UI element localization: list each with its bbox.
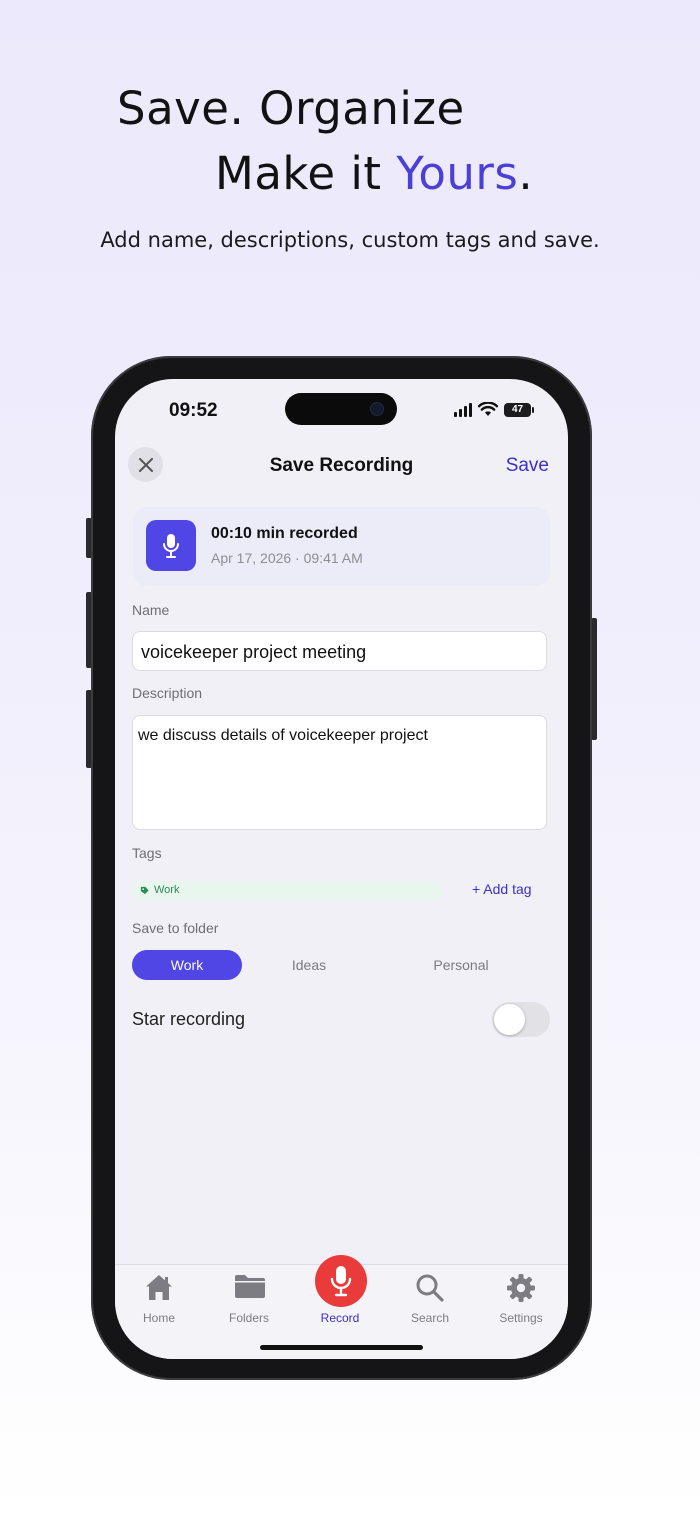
- recording-summary-card: 00:10 min recorded Apr 17, 2026 · 09:41 …: [133, 507, 550, 586]
- recording-date: Apr 17, 2026 · 09:41 AM: [211, 550, 363, 566]
- description-label: Description: [132, 685, 203, 701]
- star-recording-toggle[interactable]: [492, 1002, 550, 1037]
- tab-record-label: Record: [320, 1311, 360, 1325]
- record-button[interactable]: [315, 1255, 367, 1307]
- status-indicators: 47: [454, 402, 534, 417]
- page-title: Save Recording: [269, 455, 414, 476]
- star-recording-label: Star recording: [132, 1009, 246, 1029]
- add-tag-button[interactable]: + Add tag: [472, 881, 532, 897]
- headline-prefix: Make it: [215, 147, 397, 200]
- home-icon: [146, 1275, 172, 1300]
- home-indicator[interactable]: [260, 1345, 423, 1350]
- wifi-icon: [478, 402, 498, 416]
- folder-option-ideas[interactable]: Ideas: [254, 950, 364, 980]
- folder-option-work[interactable]: Work: [132, 950, 242, 980]
- tag-chip-label: Work: [154, 884, 180, 896]
- camera-icon: [371, 403, 383, 415]
- folder-label: Save to folder: [132, 920, 219, 936]
- folder-icon: [235, 1275, 265, 1298]
- description-textarea[interactable]: we discuss details of voicekeeper projec…: [132, 715, 547, 830]
- search-icon: [416, 1274, 444, 1302]
- name-input[interactable]: voicekeeper project meeting: [132, 631, 547, 671]
- save-button[interactable]: Save: [506, 455, 549, 477]
- microphone-icon: [330, 1266, 352, 1297]
- tags-label: Tags: [132, 845, 162, 861]
- dynamic-island: [285, 393, 397, 425]
- name-label: Name: [132, 602, 170, 618]
- tag-chip[interactable]: Work: [140, 884, 179, 896]
- tags-row: Work: [132, 881, 442, 900]
- tab-settings-label: Settings: [499, 1311, 543, 1325]
- cellular-signal-icon: [454, 402, 472, 417]
- folder-option-personal[interactable]: Personal: [406, 950, 516, 980]
- headline-line-1: Save. Organize: [117, 82, 465, 135]
- headline-line-2: Make it Yours.: [215, 147, 533, 200]
- tab-search-label: Search: [410, 1311, 450, 1325]
- microphone-icon: [163, 533, 179, 558]
- status-time: 09:52: [169, 400, 218, 421]
- tag-icon: [140, 886, 149, 894]
- headline-subtitle: Add name, descriptions, custom tags and …: [100, 228, 600, 252]
- battery-icon: 47: [504, 402, 534, 417]
- headline-suffix: .: [518, 147, 534, 200]
- recording-duration: 00:10 min recorded: [211, 525, 358, 542]
- toggle-knob: [494, 1004, 525, 1035]
- gear-icon: [507, 1274, 535, 1302]
- phone-screen: 09:52 47 Save Recording Save 00:10 min r…: [115, 379, 568, 1359]
- tab-folders-label: Folders: [228, 1311, 269, 1325]
- headline-accent-word: Yours: [396, 147, 519, 200]
- recording-mic-tile: [146, 520, 196, 571]
- tab-home-label: Home: [142, 1311, 175, 1325]
